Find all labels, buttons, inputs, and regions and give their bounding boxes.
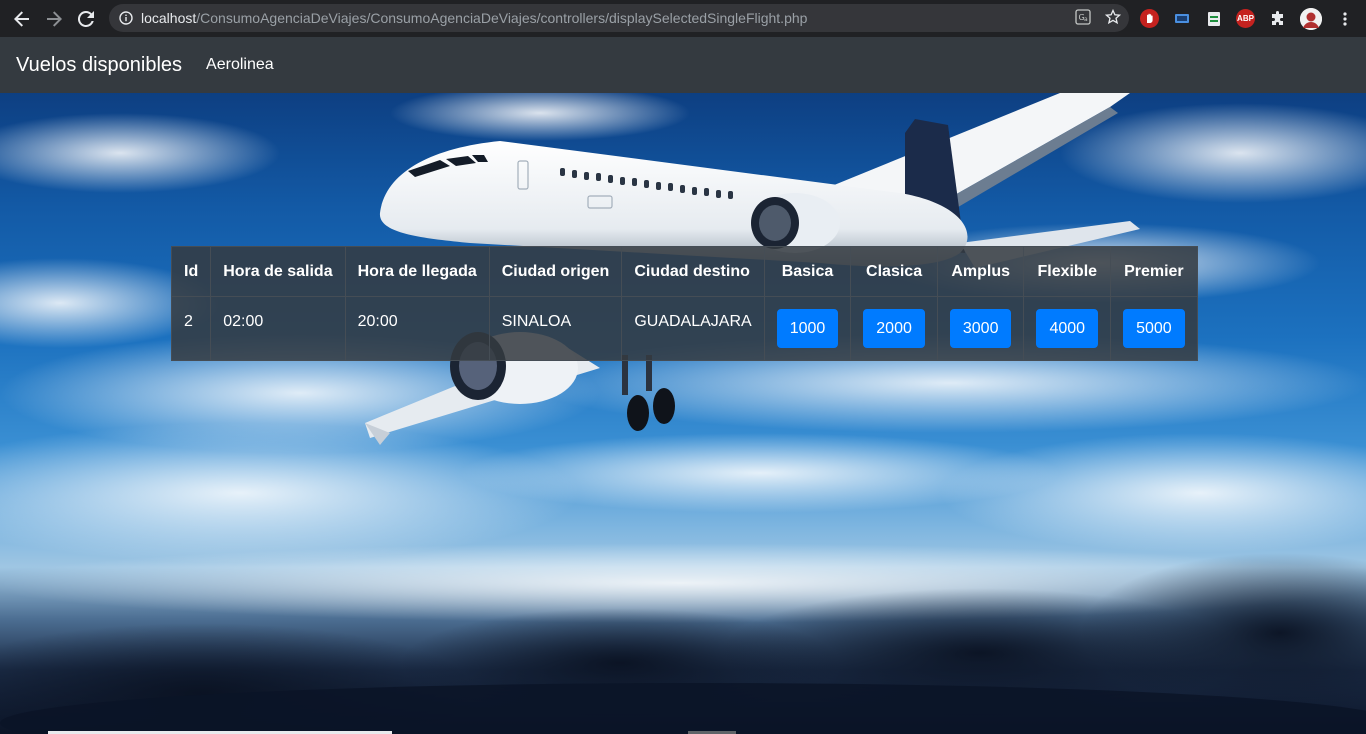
puzzle-icon[interactable] [1268,9,1287,28]
screen-icon[interactable] [1172,9,1191,28]
cell-clasica: 2000 [850,296,938,361]
cell-basica: 1000 [763,296,852,361]
column-header-clasica: Clasica [850,246,938,297]
background-sky-image [0,93,1366,734]
column-header-flexible: Flexible [1023,246,1112,297]
navbar: Vuelos disponibles Aerolinea [0,37,1366,93]
column-header-premier: Premier [1110,246,1198,297]
amplus-price-button[interactable]: 3000 [949,309,1012,348]
hand-stop-icon[interactable] [1140,9,1159,28]
table-row: 2 02:00 20:00 SINALOA GUADALAJARA 1000 2… [170,296,1198,361]
column-header-destination: Ciudad destino [621,246,765,297]
kebab-menu-icon[interactable] [1335,9,1354,28]
column-header-basica: Basica [763,246,852,297]
cell-amplus: 3000 [936,296,1025,361]
sheet-icon[interactable] [1204,9,1223,28]
cell-flexible: 4000 [1023,296,1112,361]
url-path: /ConsumoAgenciaDeViajes/ConsumoAgenciaDe… [196,10,808,26]
info-icon[interactable] [119,11,133,25]
basica-price-button[interactable]: 1000 [776,309,839,348]
svg-text:a: a [1084,16,1088,23]
airplane-illustration [0,93,1366,734]
column-header-departure: Hora de salida [210,246,346,297]
flexible-price-button[interactable]: 4000 [1036,309,1099,348]
forward-arrow-icon[interactable] [38,3,70,35]
url-host: localhost [141,10,197,26]
browser-toolbar: localhost/ConsumoAgenciaDeViajes/Consumo… [0,0,1366,37]
profile-avatar[interactable] [1300,7,1322,30]
cell-premier: 5000 [1110,296,1198,361]
table-header-row: Id Hora de salida Hora de llegada Ciudad… [170,246,1198,297]
star-icon[interactable] [1104,8,1122,28]
nav-link-aerolinea[interactable]: Aerolinea [206,56,274,74]
back-arrow-icon[interactable] [6,3,38,35]
premier-price-button[interactable]: 5000 [1123,309,1185,348]
cell-arrival: 20:00 [344,296,490,361]
column-header-origin: Ciudad origen [488,246,623,297]
reload-icon[interactable] [70,3,102,35]
clasica-price-button[interactable]: 2000 [863,309,925,348]
column-header-amplus: Amplus [936,246,1025,297]
column-header-id: Id [170,246,212,297]
table-header: Id Hora de salida Hora de llegada Ciudad… [170,246,1198,297]
cell-destination: GUADALAJARA [621,296,765,361]
column-header-arrival: Hora de llegada [344,246,490,297]
abp-icon[interactable]: ABP [1236,9,1255,28]
cell-origin: SINALOA [488,296,623,361]
navbar-brand[interactable]: Vuelos disponibles [16,54,182,77]
flights-table: Id Hora de salida Hora de llegada Ciudad… [170,246,1198,361]
translate-icon[interactable]: Ga [1075,8,1091,28]
address-bar[interactable]: localhost/ConsumoAgenciaDeViajes/Consumo… [109,4,1129,32]
cell-departure: 02:00 [210,296,346,361]
cell-id: 2 [170,296,212,361]
